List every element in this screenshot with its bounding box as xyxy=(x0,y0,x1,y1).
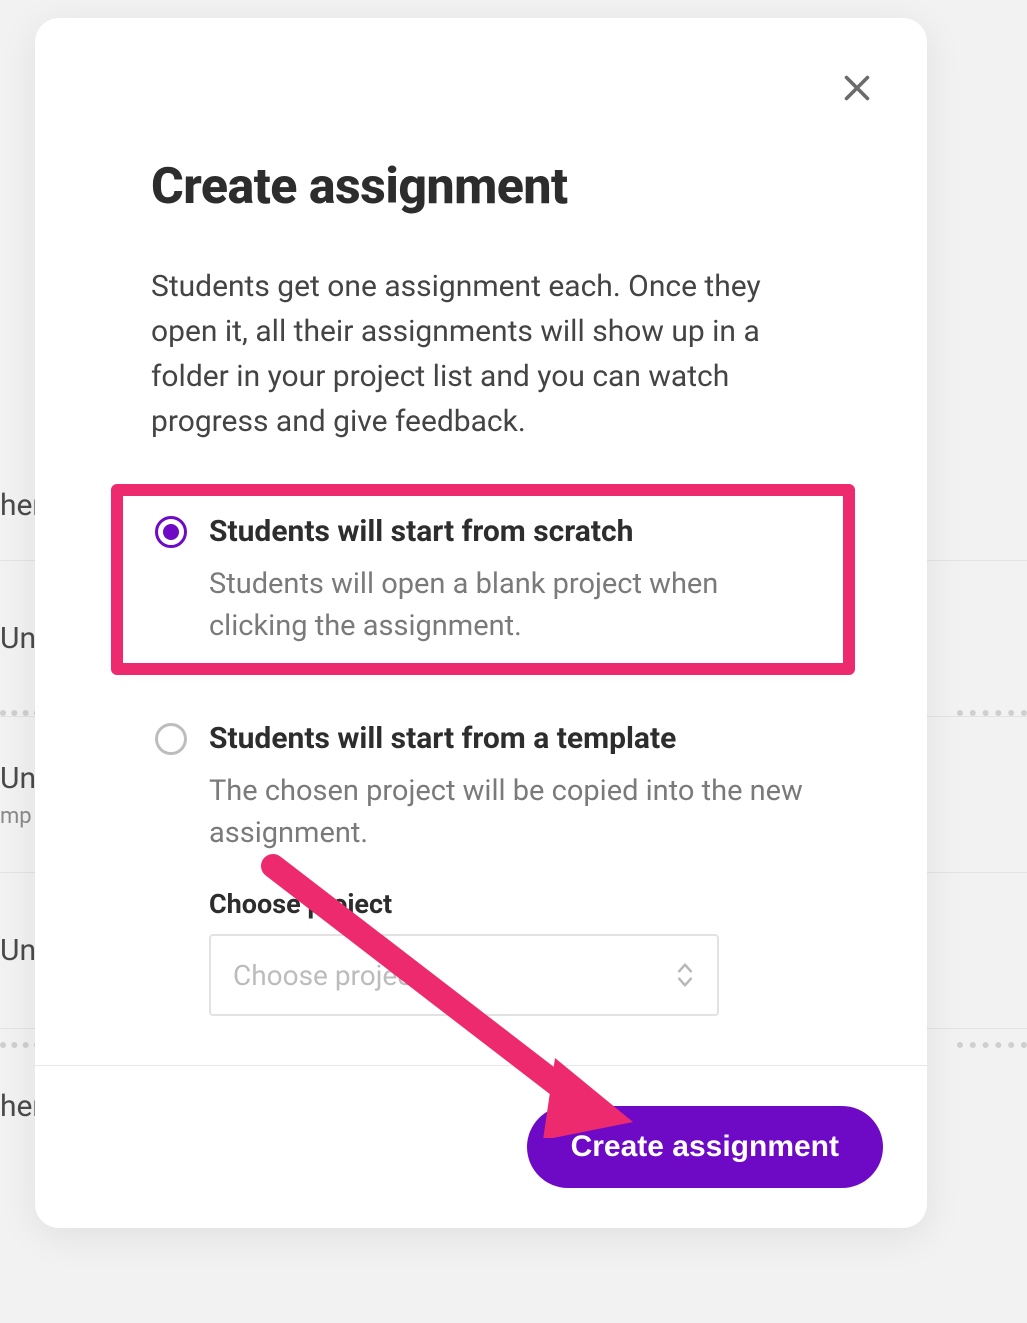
modal-description: Students get one assignment each. Once t… xyxy=(151,264,815,444)
bg-dotted xyxy=(957,1042,1027,1052)
radio-icon[interactable] xyxy=(155,516,187,548)
create-assignment-modal: Create assignment Students get one assig… xyxy=(35,18,927,1228)
option-title: Students will start from scratch xyxy=(209,514,633,549)
create-assignment-button[interactable]: Create assignment xyxy=(527,1106,883,1188)
option-header[interactable]: Students will start from scratch xyxy=(155,514,811,549)
modal-title: Create assignment xyxy=(151,158,815,216)
option-start-from-scratch[interactable]: Students will start from scratch Student… xyxy=(111,484,855,675)
close-icon xyxy=(839,70,875,106)
choose-project-select[interactable]: Choose project... xyxy=(209,934,719,1016)
option-start-from-template[interactable]: Students will start from a template The … xyxy=(111,693,855,1044)
option-header[interactable]: Students will start from a template xyxy=(155,721,811,756)
bg-dotted xyxy=(957,710,1027,720)
option-description: The chosen project will be copied into t… xyxy=(209,770,811,854)
modal-body: Create assignment Students get one assig… xyxy=(35,18,927,1065)
bg-dotted xyxy=(0,710,40,720)
select-placeholder: Choose project... xyxy=(233,959,443,992)
option-title: Students will start from a template xyxy=(209,721,676,756)
chevron-up-down-icon xyxy=(675,961,695,989)
radio-icon[interactable] xyxy=(155,723,187,755)
close-button[interactable] xyxy=(835,66,879,110)
choose-project-label: Choose project xyxy=(209,888,811,920)
option-description: Students will open a blank project when … xyxy=(209,563,811,647)
modal-footer: Create assignment xyxy=(35,1065,927,1228)
bg-dotted xyxy=(0,1042,40,1052)
options-group: Students will start from scratch Student… xyxy=(111,484,855,1044)
